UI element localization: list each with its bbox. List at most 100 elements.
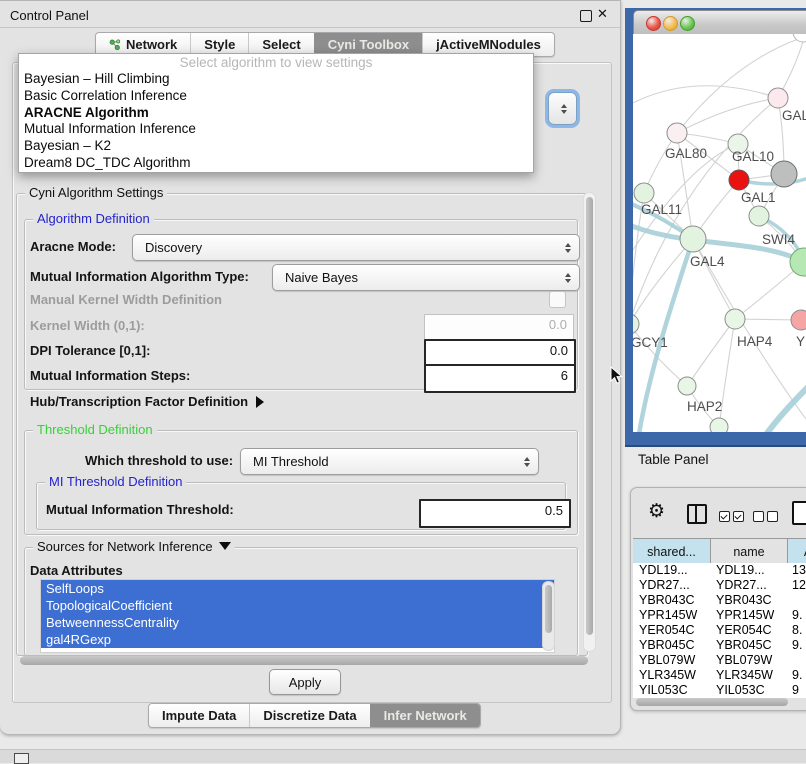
horizontal-scrollbar[interactable] — [20, 656, 588, 665]
hub-definition-toggle[interactable]: Hub/Transcription Factor Definition — [30, 394, 264, 409]
collapsed-panel-icon[interactable] — [14, 753, 29, 764]
table-row[interactable]: YBL079WYBL079W — [633, 653, 806, 668]
mi-threshold-field[interactable]: 0.5 — [419, 499, 571, 528]
algorithm-option-bayesian-hill-climbing[interactable]: Bayesian – Hill Climbing — [19, 71, 533, 88]
network-edge-highlighted[interactable] — [765, 386, 806, 432]
which-threshold-label: Which threshold to use: — [85, 453, 233, 468]
node-label-gal10: GAL10 — [732, 149, 774, 164]
show-columns-icon[interactable] — [719, 509, 747, 527]
network-window-titlebar[interactable] — [633, 10, 806, 36]
attribute-item-topologicalcoefficient[interactable]: TopologicalCoefficient — [41, 597, 554, 614]
network-edge[interactable] — [633, 86, 778, 106]
network-edge[interactable] — [633, 324, 687, 386]
network-node[interactable] — [678, 377, 696, 395]
table-row[interactable]: YIL053CYIL053C9 — [633, 683, 806, 698]
apply-button[interactable]: Apply — [269, 669, 341, 695]
node-label-swi4: SWI4 — [762, 232, 795, 247]
close-icon[interactable]: ✕ — [597, 6, 608, 22]
network-node[interactable] — [725, 309, 745, 329]
cell: YLR345W — [710, 668, 786, 683]
tab-label: jActiveMNodules — [436, 37, 541, 52]
table-row[interactable]: YBR043CYBR043C — [633, 593, 806, 608]
node-label-gal1: GAL1 — [741, 190, 776, 205]
zoom-traffic-light[interactable] — [680, 16, 695, 31]
tab-label: Infer Network — [384, 708, 467, 723]
columns-icon[interactable] — [687, 504, 707, 524]
combo-arrows-icon — [565, 273, 571, 283]
table-row[interactable]: YPR145WYPR145W9. — [633, 608, 806, 623]
mouse-cursor — [610, 366, 623, 385]
group-title: Cyni Algorithm Settings — [25, 185, 167, 200]
network-node[interactable] — [729, 170, 749, 190]
network-edge[interactable] — [633, 239, 693, 324]
network-node[interactable] — [667, 123, 687, 143]
table-row[interactable]: YDR27...YDR27...12 — [633, 578, 806, 593]
cell — [786, 593, 806, 608]
hide-columns-icon[interactable] — [753, 509, 781, 527]
attribute-item-betweennesscentrality[interactable]: BetweennessCentrality — [41, 614, 554, 631]
table-row[interactable]: YLR345WYLR345W9. — [633, 668, 806, 683]
tab-infer-network[interactable]: Infer Network — [370, 704, 480, 727]
column-header-a[interactable]: A — [788, 539, 806, 564]
cell: 9. — [786, 608, 806, 623]
algorithm-option-bayesian-k2[interactable]: Bayesian – K2 — [19, 138, 533, 155]
tab-label: Impute Data — [162, 708, 236, 723]
network-node[interactable] — [680, 226, 706, 252]
bottom-strip — [0, 749, 806, 763]
expanded-arrow-icon — [219, 542, 231, 550]
table-row[interactable]: YER054CYER054C8. — [633, 623, 806, 638]
sources-toggle[interactable]: Sources for Network Inference — [33, 539, 235, 554]
table-row[interactable]: YBR045CYBR045C9. — [633, 638, 806, 653]
column-header-shared[interactable]: shared... — [633, 539, 711, 564]
table-horizontal-scrollbar[interactable] — [636, 698, 788, 706]
minimize-traffic-light[interactable] — [663, 16, 678, 31]
algorithm-definition-title: Algorithm Definition — [33, 211, 154, 226]
network-node[interactable] — [749, 206, 769, 226]
algorithm-option-aracne-algorithm[interactable]: ARACNE Algorithm — [19, 105, 533, 122]
network-node[interactable] — [791, 310, 806, 330]
cell: 9. — [786, 668, 806, 683]
data-attributes-list[interactable]: SelfLoopsTopologicalCoefficientBetweenne… — [40, 579, 555, 653]
algorithm-option-mutual-information-inference[interactable]: Mutual Information Inference — [19, 121, 533, 138]
tab-impute-data[interactable]: Impute Data — [149, 704, 249, 727]
mi-type-select[interactable]: Naive Bayes — [272, 264, 580, 291]
settings-scrollbar[interactable] — [583, 192, 596, 652]
algorithm-option-dream8-dc-tdc-algorithm[interactable]: Dream8 DC_TDC Algorithm — [19, 155, 533, 172]
gear-icon[interactable]: ⚙ — [648, 500, 665, 523]
close-traffic-light[interactable] — [646, 16, 661, 31]
mi-threshold-label: Mutual Information Threshold: — [46, 502, 234, 517]
aracne-mode-select[interactable]: Discovery — [132, 234, 580, 261]
float-window-icon[interactable] — [580, 10, 592, 22]
table-row[interactable]: YDL19...YDL19...13 — [633, 563, 806, 578]
network-node[interactable] — [634, 183, 654, 203]
algorithm-combo-arrows[interactable] — [548, 92, 577, 125]
dpi-tolerance-label: DPI Tolerance [0,1]: — [30, 343, 150, 358]
column-header-name[interactable]: name — [711, 539, 788, 564]
list-scrollbar[interactable] — [542, 581, 555, 651]
mi-steps-field[interactable]: 6 — [424, 364, 576, 393]
control-panel-window: Control Panel ✕ NetworkStyleSelectCyni T… — [0, 0, 621, 735]
kernel-width-field[interactable]: 0.0 — [424, 314, 574, 340]
table-panel-title: Table Panel — [638, 452, 709, 467]
network-node[interactable] — [768, 88, 788, 108]
tab-label: Cyni Toolbox — [328, 37, 409, 52]
titlebar-divider — [0, 27, 620, 28]
export-table-icon[interactable] — [792, 501, 806, 525]
network-edge[interactable] — [687, 319, 735, 386]
attribute-item-gal4rgexp[interactable]: gal4RGexp — [41, 631, 554, 648]
cell: 12 — [786, 578, 806, 593]
mi-type-label: Mutual Information Algorithm Type: — [30, 269, 249, 284]
cell: 8. — [786, 623, 806, 638]
mi-threshold-title: MI Threshold Definition — [45, 474, 186, 489]
manual-kernel-checkbox[interactable] — [549, 291, 566, 308]
network-node[interactable] — [771, 161, 797, 187]
network-node[interactable] — [633, 314, 639, 334]
algorithm-option-basic-correlation-inference[interactable]: Basic Correlation Inference — [19, 88, 533, 105]
tab-label: Select — [262, 37, 300, 52]
tab-discretize-data[interactable]: Discretize Data — [249, 704, 369, 727]
attribute-item-selfloops[interactable]: SelfLoops — [41, 580, 554, 597]
network-node[interactable] — [710, 418, 728, 432]
cell: YDL19... — [710, 563, 786, 578]
which-threshold-select[interactable]: MI Threshold — [240, 448, 539, 475]
network-view-canvas[interactable]: GALGAL80GAL10GAL1SWI4GAL11GAL4GCY1HAP4YH… — [633, 34, 806, 432]
